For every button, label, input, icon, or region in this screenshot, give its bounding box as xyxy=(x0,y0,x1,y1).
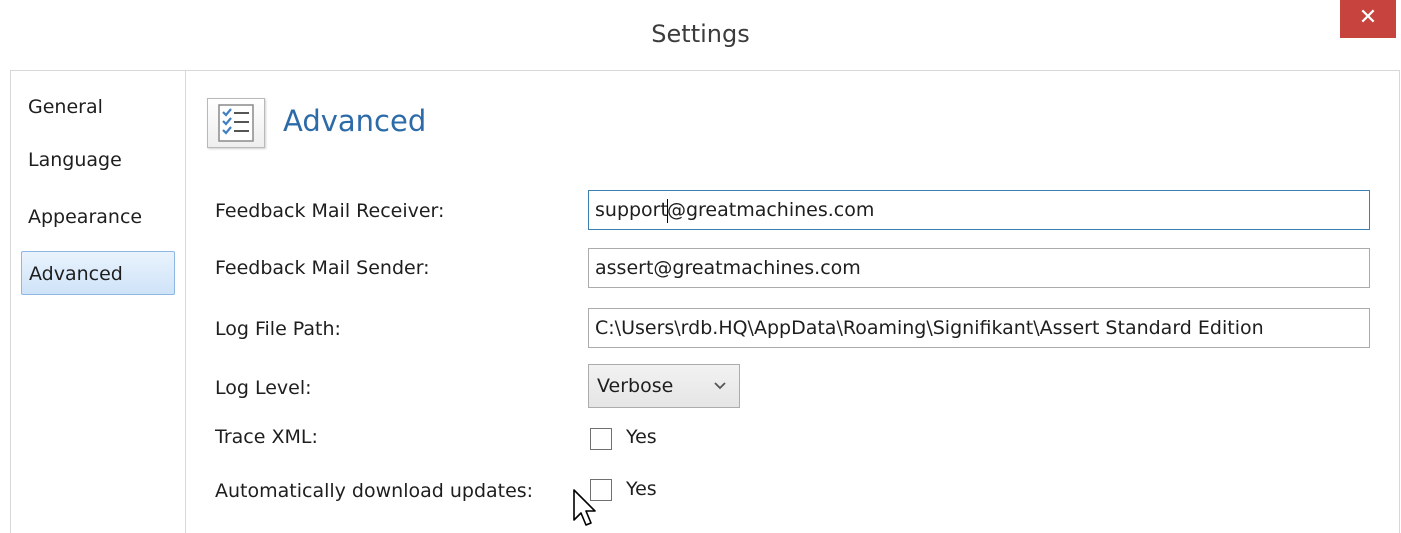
auto-update-option-label[interactable]: Yes xyxy=(626,478,657,500)
log-level-label: Log Level: xyxy=(215,377,312,399)
feedback-receiver-value-end: @greatmachines.com xyxy=(666,199,875,221)
sidebar-item-advanced[interactable]: Advanced xyxy=(21,251,175,295)
window-title: Settings xyxy=(651,20,750,48)
feedback-receiver-input[interactable]: support@greatmachines.com xyxy=(588,190,1370,230)
trace-xml-checkbox[interactable] xyxy=(590,428,612,450)
mouse-pointer-icon xyxy=(572,488,598,532)
section-title: Advanced xyxy=(283,104,427,138)
log-file-path-label: Log File Path: xyxy=(215,318,341,340)
log-level-select[interactable]: Verbose xyxy=(588,364,740,408)
trace-xml-option-label[interactable]: Yes xyxy=(626,426,657,448)
close-button[interactable]: ✕ xyxy=(1340,0,1396,38)
checklist-icon xyxy=(207,98,265,148)
close-icon: ✕ xyxy=(1358,5,1378,30)
feedback-sender-label: Feedback Mail Sender: xyxy=(215,257,430,279)
sidebar-item-appearance[interactable]: Appearance xyxy=(21,195,175,239)
feedback-receiver-label: Feedback Mail Receiver: xyxy=(215,200,445,222)
log-level-value: Verbose xyxy=(597,375,674,397)
sidebar-item-language[interactable]: Language xyxy=(21,138,175,182)
title-bar: Settings ✕ xyxy=(0,0,1401,70)
settings-window: Settings ✕ General Language Appearance A… xyxy=(0,0,1401,533)
settings-sidebar: General Language Appearance Advanced xyxy=(10,71,186,533)
feedback-receiver-value-start: support xyxy=(595,199,668,221)
auto-update-label: Automatically download updates: xyxy=(215,480,534,502)
feedback-sender-input[interactable]: assert@greatmachines.com xyxy=(588,248,1370,288)
log-file-path-input[interactable]: C:\Users\rdb.HQ\AppData\Roaming\Signifik… xyxy=(588,308,1370,348)
trace-xml-label: Trace XML: xyxy=(215,426,318,448)
chevron-down-icon xyxy=(713,365,727,424)
sidebar-item-general[interactable]: General xyxy=(21,85,175,129)
